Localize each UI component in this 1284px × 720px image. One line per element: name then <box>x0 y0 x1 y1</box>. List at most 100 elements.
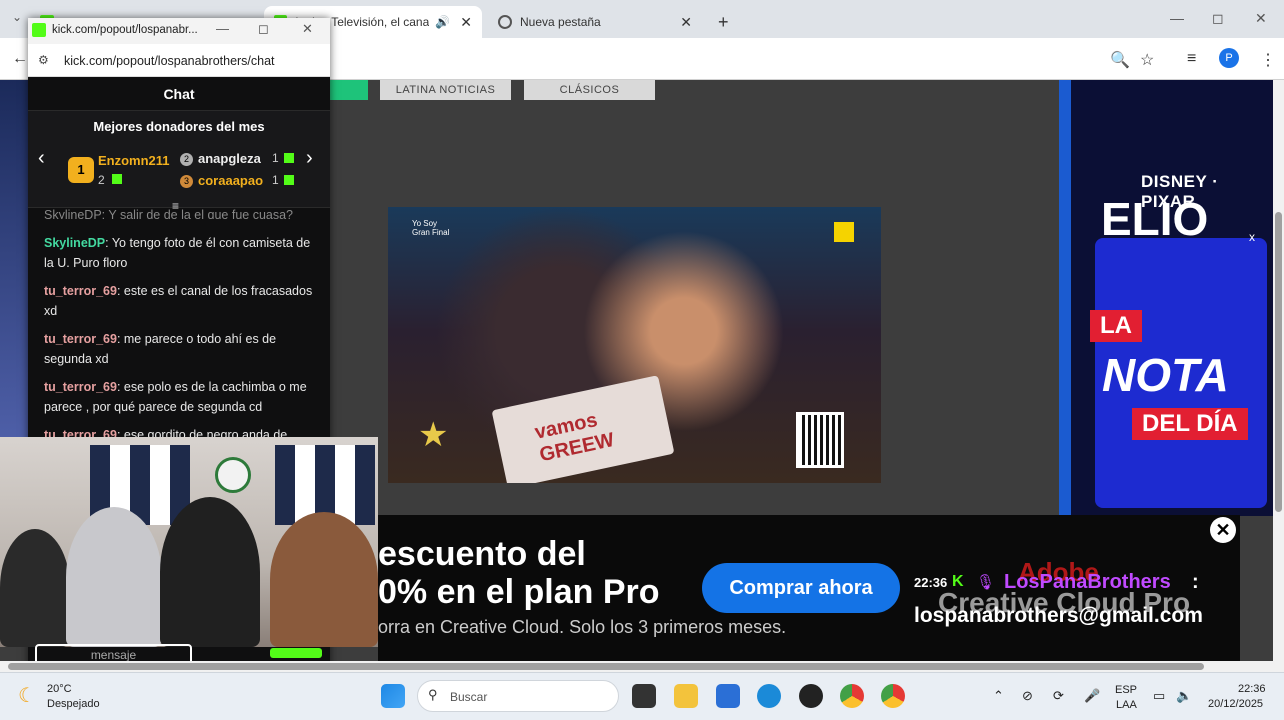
category-clasicos[interactable]: CLÁSICOS <box>524 80 655 100</box>
right-ad-disney[interactable]: DISNEY · PIXAR ELIO x <box>1059 80 1273 516</box>
ad-close-button[interactable]: ✕ <box>1210 517 1236 543</box>
windows-start-icon[interactable] <box>381 684 405 708</box>
tray-sync-icon[interactable]: ⟳ <box>1053 688 1064 704</box>
latina-logo-icon <box>834 222 854 242</box>
taskbar-time[interactable]: 22:36 <box>1238 683 1266 695</box>
donor-1-count: 2 <box>98 173 105 187</box>
donor-3-name: coraaapao <box>198 173 264 188</box>
mic-icon: 🎙 <box>976 574 996 591</box>
menu-icon[interactable]: ⋮ <box>1260 50 1276 70</box>
popup-title: kick.com/popout/lospanabr... <box>52 24 198 36</box>
prev-arrow-icon[interactable]: ‹ <box>38 147 45 170</box>
next-arrow-icon[interactable]: › <box>306 147 313 170</box>
new-tab-button[interactable]: + <box>708 6 736 38</box>
chat-username[interactable]: tu_terror_69 <box>44 332 117 346</box>
stream-channel-name: LosPanaBrothers <box>1004 571 1171 593</box>
rank-3-badge: 3 <box>180 175 193 188</box>
task-view-icon[interactable] <box>632 684 656 708</box>
scroll-thumb[interactable] <box>1275 212 1282 512</box>
media-control-icon[interactable]: ≡ <box>1187 50 1196 68</box>
weather-moon-icon[interactable]: ☾ <box>18 683 36 708</box>
tray-display-icon[interactable]: ▭ <box>1153 688 1165 704</box>
stream-clock: 22:36 <box>914 575 948 590</box>
popup-maximize-button[interactable]: ◻ <box>258 21 269 37</box>
bookmark-star-icon[interactable]: ☆ <box>1140 50 1154 70</box>
chat-title: Chat <box>163 86 195 102</box>
weather-temp[interactable]: 20°C <box>47 683 72 695</box>
close-tab-icon[interactable]: ✕ <box>680 14 692 31</box>
store-icon[interactable] <box>716 684 740 708</box>
chat-username[interactable]: tu_terror_69 <box>44 380 117 394</box>
chat-message-partial: SkylineDP: Y salir de de la el que fue c… <box>44 208 293 219</box>
edge-icon[interactable] <box>757 684 781 708</box>
popup-minimize-button[interactable]: — <box>216 21 229 36</box>
person-smiling <box>160 497 260 647</box>
scroll-thumb[interactable] <box>8 663 1204 670</box>
person-cap <box>0 529 70 647</box>
category-latina-noticias[interactable]: LATINA NOTICIAS <box>380 80 511 100</box>
profile-avatar[interactable]: P <box>1219 48 1239 68</box>
lang-layout[interactable]: LAA <box>1116 699 1137 711</box>
chat-message: SkylineDP: Yo tengo foto de él con camis… <box>44 233 314 273</box>
kick-k-icon: K <box>952 573 964 590</box>
ad-close-icon[interactable]: x <box>1249 230 1255 244</box>
yo-soy-star-icon: ★ <box>418 416 449 454</box>
ad-line-3: orra en Creative Cloud. Solo los 3 prime… <box>378 617 787 637</box>
tray-chevron-icon[interactable]: ⌃ <box>993 688 1004 704</box>
minimize-button[interactable]: — <box>1170 10 1184 26</box>
nota-label: NOTA <box>1102 349 1229 401</box>
taskbar-search[interactable]: ⚲ Buscar <box>417 680 619 712</box>
chrome-profile-icon[interactable] <box>881 684 905 708</box>
ad-line-1: escuento del <box>378 535 586 573</box>
lang-code[interactable]: ESP <box>1115 684 1137 696</box>
buy-now-button[interactable]: Comprar ahora <box>702 563 900 613</box>
zoom-icon[interactable]: 🔍 <box>1110 50 1130 70</box>
donor-2-name: anapgleza <box>198 151 261 166</box>
close-tab-icon[interactable]: ✕ <box>460 14 472 31</box>
tab-search-icon[interactable]: ⌄ <box>12 10 22 24</box>
chat-message: tu_terror_69: este es el canal de los fr… <box>44 281 314 321</box>
chat-username[interactable]: tu_terror_69 <box>44 284 117 298</box>
tab-new[interactable]: Nueva pestaña ✕ <box>488 6 702 38</box>
maximize-button[interactable]: ◻ <box>1212 10 1224 27</box>
webcam-overlay <box>0 437 378 647</box>
tray-mic-icon[interactable]: 🎤 <box>1084 688 1100 704</box>
file-explorer-icon[interactable] <box>674 684 698 708</box>
tray-network-icon[interactable]: ⊘ <box>1022 688 1033 704</box>
app-icon[interactable] <box>799 684 823 708</box>
donor-3-count: 1 <box>272 173 279 187</box>
site-info-icon[interactable]: ⚙ <box>38 53 49 67</box>
popup-close-button[interactable]: ✕ <box>302 21 313 37</box>
tray-volume-icon[interactable]: 🔈 <box>1176 688 1192 704</box>
vertical-scrollbar[interactable] <box>1273 80 1284 662</box>
search-placeholder: Buscar <box>450 690 488 704</box>
kick-sub-icon <box>284 175 294 185</box>
category-active[interactable] <box>330 80 368 100</box>
popup-url-text: kick.com/popout/lospanabrothers/chat <box>64 54 275 68</box>
top-donors-panel: Mejores donadores del mes ‹ › 1 Enzomn21… <box>28 110 330 208</box>
la-label: LA <box>1090 310 1142 342</box>
popup-titlebar: kick.com/popout/lospanabr... — ◻ ✕ <box>28 18 330 44</box>
kick-sub-icon <box>284 153 294 163</box>
taskbar-date[interactable]: 20/12/2025 <box>1208 698 1263 710</box>
wall-clock <box>215 457 251 493</box>
horizontal-scrollbar[interactable] <box>0 661 1284 672</box>
chat-message: tu_terror_69: me parece o todo ahí es de… <box>44 329 314 369</box>
chat-username[interactable]: SkylineDP <box>44 236 105 250</box>
kick-sub-icon <box>112 174 122 184</box>
video-player[interactable]: Yo Soy Gran Final vamos GREEW ★ <box>388 207 881 483</box>
left-ad-strip <box>0 80 30 440</box>
video-corner-text: Yo Soy Gran Final <box>412 219 450 237</box>
chrome-icon[interactable] <box>840 684 864 708</box>
qr-code-icon <box>796 412 844 468</box>
weather-desc[interactable]: Despejado <box>47 698 100 710</box>
search-icon: ⚲ <box>428 687 438 702</box>
close-window-button[interactable]: ✕ <box>1255 10 1267 27</box>
back-icon[interactable]: ← <box>12 50 28 68</box>
rank-2-badge: 2 <box>180 153 193 166</box>
rank-1-badge: 1 <box>68 157 94 183</box>
popup-address-bar[interactable]: ⚙ kick.com/popout/lospanabrothers/chat <box>28 44 330 77</box>
audio-playing-icon[interactable]: 🔊 <box>435 15 450 29</box>
send-button[interactable] <box>270 648 322 658</box>
del-dia-label: DEL DÍA <box>1132 408 1248 440</box>
